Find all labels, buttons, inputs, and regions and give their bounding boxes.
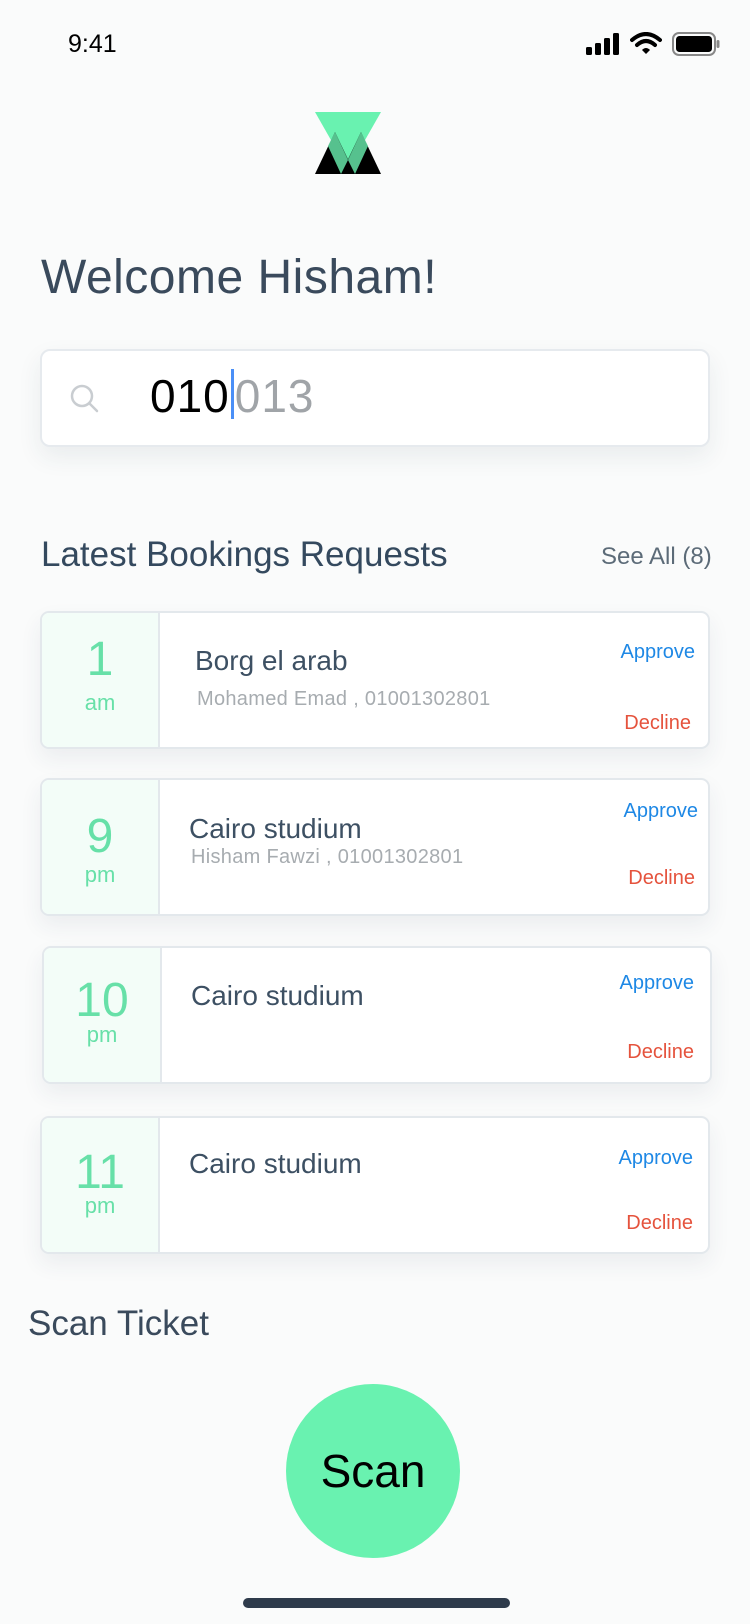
booking-period: pm <box>84 862 116 887</box>
decline-button[interactable]: Decline <box>624 712 691 735</box>
booking-person: Mohamed Emad , 01001302801 <box>197 688 491 710</box>
booking-hour: 11 <box>75 1146 125 1199</box>
booking-period: pm <box>86 1022 118 1047</box>
booking-hour: 9 <box>86 810 114 863</box>
approve-button[interactable]: Approve <box>624 800 699 823</box>
approve-button[interactable]: Approve <box>619 1147 694 1170</box>
bookings-section-title: Latest Bookings Requests <box>41 535 448 574</box>
search-value[interactable]: 010 013 <box>150 369 315 423</box>
signal-icon <box>586 33 619 55</box>
search-typed-text: 010 <box>150 370 230 422</box>
booking-card[interactable]: 9 pm Cairo studium Hisham Fawzi , 010013… <box>40 778 710 916</box>
home-indicator[interactable] <box>243 1598 510 1608</box>
status-time: 9:41 <box>68 30 117 58</box>
booking-venue: Cairo studium <box>189 1148 362 1179</box>
booking-hour: 1 <box>86 633 114 686</box>
booking-venue: Borg el arab <box>195 645 348 676</box>
booking-card[interactable]: 11 pm Cairo studium Approve Decline <box>40 1116 710 1254</box>
search-suggestion: 013 <box>234 370 315 422</box>
booking-period: pm <box>84 1193 116 1218</box>
scan-ticket-heading: Scan Ticket <box>28 1304 209 1343</box>
text-caret <box>230 369 234 419</box>
status-icons <box>586 32 720 56</box>
booking-time: 1 am <box>42 613 160 747</box>
booking-venue: Cairo studium <box>189 813 362 844</box>
decline-button[interactable]: Decline <box>627 1041 694 1064</box>
app-logo <box>315 112 381 174</box>
search-icon <box>70 384 99 413</box>
booking-card[interactable]: 10 pm Cairo studium Approve Decline <box>42 946 712 1084</box>
approve-button[interactable]: Approve <box>621 641 696 664</box>
booking-person: Hisham Fawzi , 01001302801 <box>191 846 464 868</box>
search-input[interactable]: 010 013 <box>40 349 710 447</box>
battery-icon <box>672 32 720 56</box>
wifi-icon <box>630 32 662 54</box>
booking-time: 9 pm <box>42 780 160 914</box>
booking-time: 10 pm <box>44 948 162 1082</box>
booking-card[interactable]: 1 am Borg el arab Mohamed Emad , 0100130… <box>40 611 710 749</box>
booking-venue: Cairo studium <box>191 980 364 1011</box>
booking-hour: 10 <box>75 974 129 1027</box>
booking-period: am <box>84 690 116 715</box>
scan-button[interactable]: Scan <box>286 1384 460 1558</box>
booking-time: 11 pm <box>42 1118 160 1252</box>
welcome-heading: Welcome Hisham! <box>41 251 438 304</box>
see-all-link[interactable]: See All (8) <box>601 543 712 571</box>
approve-button[interactable]: Approve <box>620 972 695 995</box>
decline-button[interactable]: Decline <box>628 867 695 890</box>
decline-button[interactable]: Decline <box>626 1212 693 1235</box>
